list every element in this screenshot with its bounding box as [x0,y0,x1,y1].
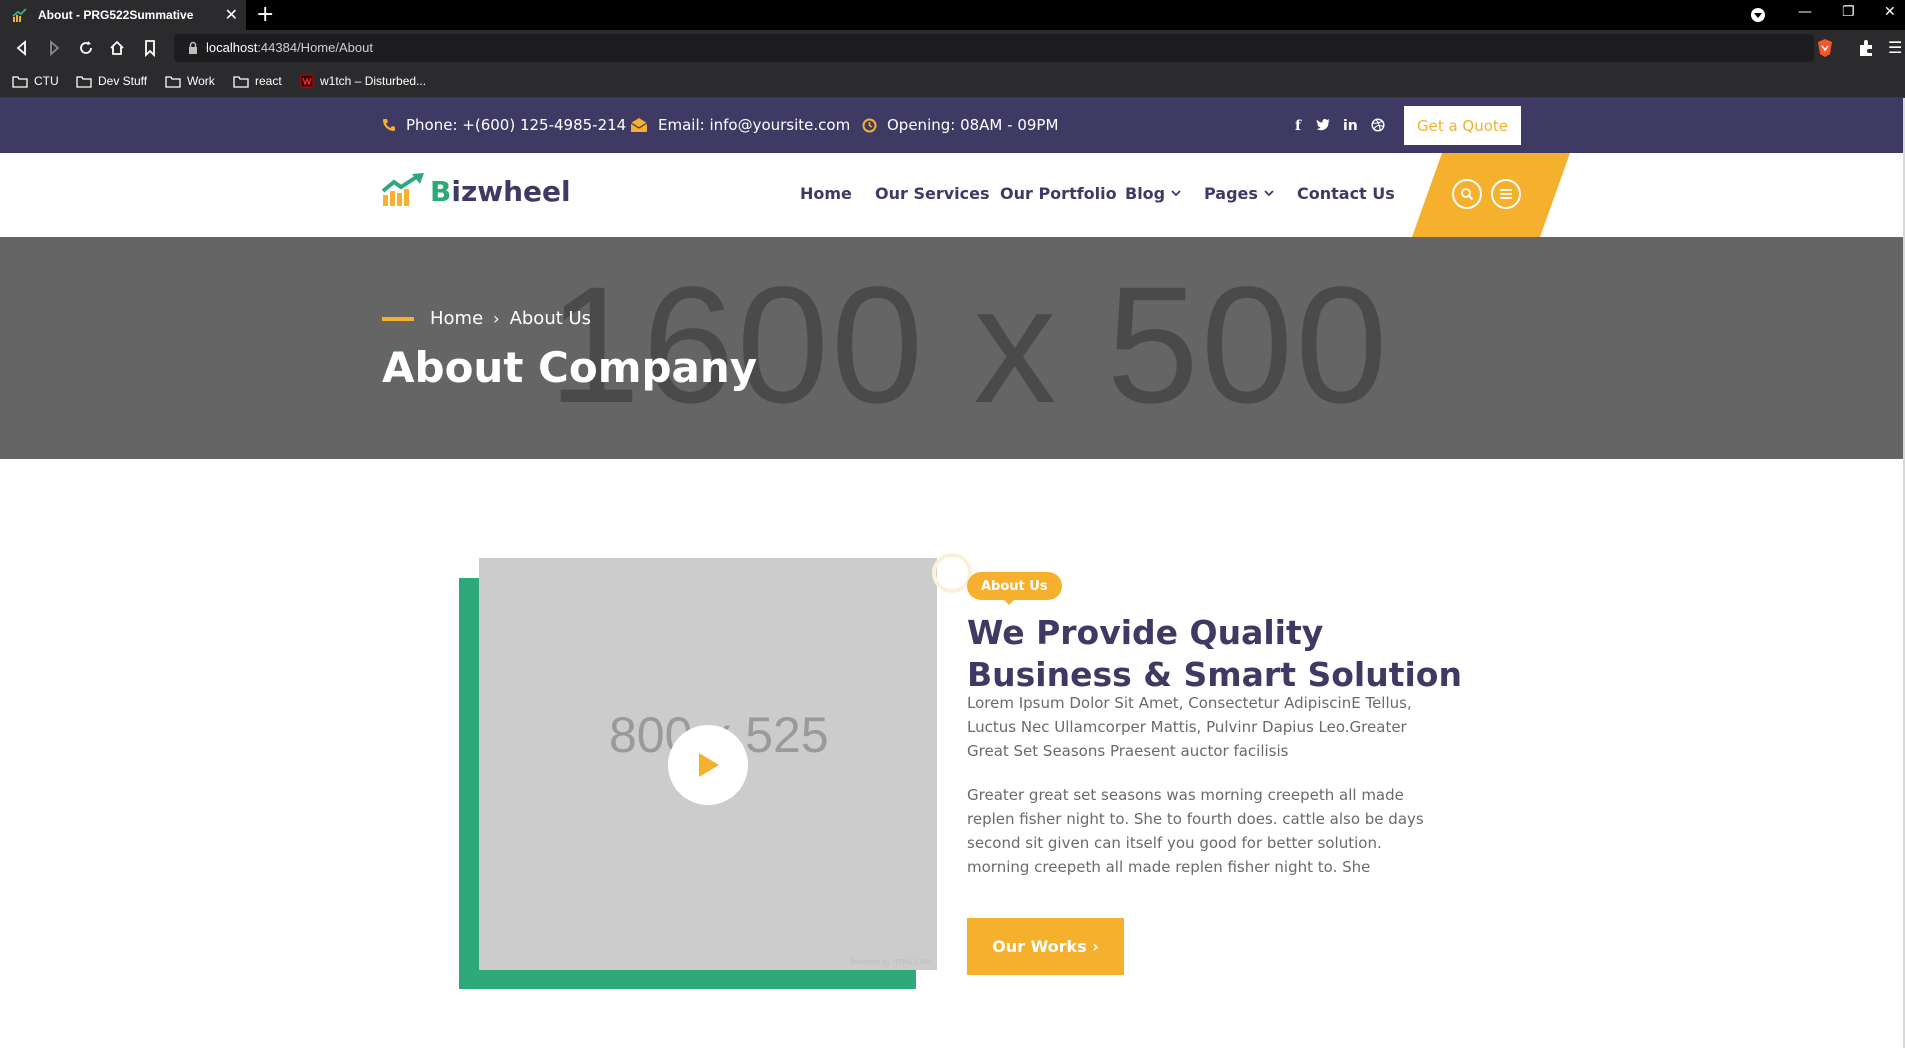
about-paragraph-2: Greater great set seasons was morning cr… [967,786,1424,876]
about-video[interactable]: 800 x 525 Powered by HTML.COM [479,558,937,970]
bookmark-react[interactable]: react [233,74,282,88]
page-hero-banner: 1600 x 500 Home › About Us About Company [0,237,1903,459]
nav-pages-label: Pages [1204,184,1258,203]
site-favicon-icon [300,74,314,88]
extensions-icon[interactable] [1857,39,1875,57]
chevron-right-icon: › [493,309,500,328]
browser-toolbar: localhost:44384/Home/About ☰ [0,30,1905,66]
get-a-quote-button[interactable]: Get a Quote [1404,106,1521,145]
new-tab-button[interactable]: + [256,3,274,27]
address-bar[interactable]: localhost:44384/Home/About [174,34,1814,62]
side-menu-button[interactable] [1491,179,1521,209]
browser-menu-icon[interactable]: ☰ [1888,38,1902,57]
envelope-icon [630,118,648,132]
browser-tab[interactable]: About - PRG522Summative ✕ [0,0,246,30]
linkedin-icon[interactable]: in [1343,118,1358,134]
search-button[interactable] [1452,179,1482,209]
back-icon[interactable] [12,38,32,58]
badge-pointer [1002,598,1016,605]
nav-contact-us[interactable]: Contact Us [1297,184,1395,203]
bizwheel-logo[interactable]: Bizwheel [382,173,571,207]
folder-icon [165,75,181,88]
folder-icon [12,75,28,88]
phone-info: Phone: +(600) 125-4985-214 [382,116,626,134]
close-tab-icon[interactable]: ✕ [225,6,238,24]
folder-icon [76,75,92,88]
browser-tab-bar: About - PRG522Summative ✕ + — ❐ ✕ [0,0,1905,30]
play-video-button[interactable] [668,725,748,805]
chevron-down-icon [1264,190,1274,197]
page-title: About Company [382,343,758,392]
contact-topbar: Phone: +(600) 125-4985-214 Email: info@y… [0,98,1903,153]
nav-blog[interactable]: Blog [1125,184,1181,203]
chevron-down-icon [1171,190,1181,197]
menu-icon [1500,189,1512,199]
brave-shield-icon[interactable] [1816,38,1834,58]
nav-our-portfolio[interactable]: Our Portfolio [1000,184,1117,203]
logo-text: Bizwheel [430,175,571,208]
search-icon [1461,188,1474,201]
forward-icon[interactable] [44,38,64,58]
breadcrumb-current: About Us [509,308,592,329]
our-works-button[interactable]: Our Works › [967,918,1124,975]
nav-blog-label: Blog [1125,184,1166,203]
bookmark-ctu[interactable]: CTU [12,74,59,88]
logo-chart-icon [382,173,424,206]
twitter-icon[interactable] [1316,118,1331,131]
bookmark-icon[interactable] [140,38,160,58]
dribbble-icon[interactable] [1371,118,1385,132]
play-icon [699,753,719,777]
about-paragraph-1: Lorem Ipsum Dolor Sit Amet, Consectetur … [967,694,1412,760]
nav-home[interactable]: Home [800,184,852,203]
reload-icon[interactable] [76,38,96,58]
email-info: Email: info@yoursite.com [630,116,850,134]
facebook-icon[interactable]: f [1295,118,1301,134]
folder-icon [233,75,249,88]
clock-icon [862,118,877,132]
url-text: localhost:44384/Home/About [206,40,373,55]
bookmark-dev-stuff[interactable]: Dev Stuff [76,74,147,88]
breadcrumb-accent-line [382,317,414,321]
lock-icon [189,41,197,54]
bookmark-w1tch[interactable]: w1tch – Disturbed... [300,74,426,88]
bookmark-work[interactable]: Work [165,74,215,88]
video-watermark: Powered by HTML.COM [850,958,931,966]
profile-menu-icon[interactable] [1750,7,1766,23]
nav-pages[interactable]: Pages [1204,184,1274,203]
decorative-circle [932,553,972,593]
home-icon[interactable] [107,38,127,58]
breadcrumb: Home › About Us [430,308,591,329]
bizwheel-favicon-icon [12,8,27,22]
about-section: 800 x 525 Powered by HTML.COM About Us W… [0,459,1905,1048]
breadcrumb-home[interactable]: Home [430,308,483,329]
main-navbar: Bizwheel Home Our Services Our Portfolio… [0,153,1903,237]
phone-icon [383,119,395,131]
about-heading: We Provide Quality Business & Smart Solu… [967,613,1462,694]
opening-hours: Opening: 08AM - 09PM [862,116,1058,134]
restore-icon[interactable]: ❐ [1842,4,1855,20]
about-badge: About Us [967,572,1062,600]
tab-title: About - PRG522Summative [38,8,194,22]
minimize-icon[interactable]: — [1798,4,1812,20]
web-page: Phone: +(600) 125-4985-214 Email: info@y… [0,98,1905,1048]
close-window-icon[interactable]: ✕ [1884,4,1896,20]
bookmarks-bar: CTU Dev Stuff Work react w1tch – Disturb… [0,66,1905,98]
nav-our-services[interactable]: Our Services [875,184,990,203]
